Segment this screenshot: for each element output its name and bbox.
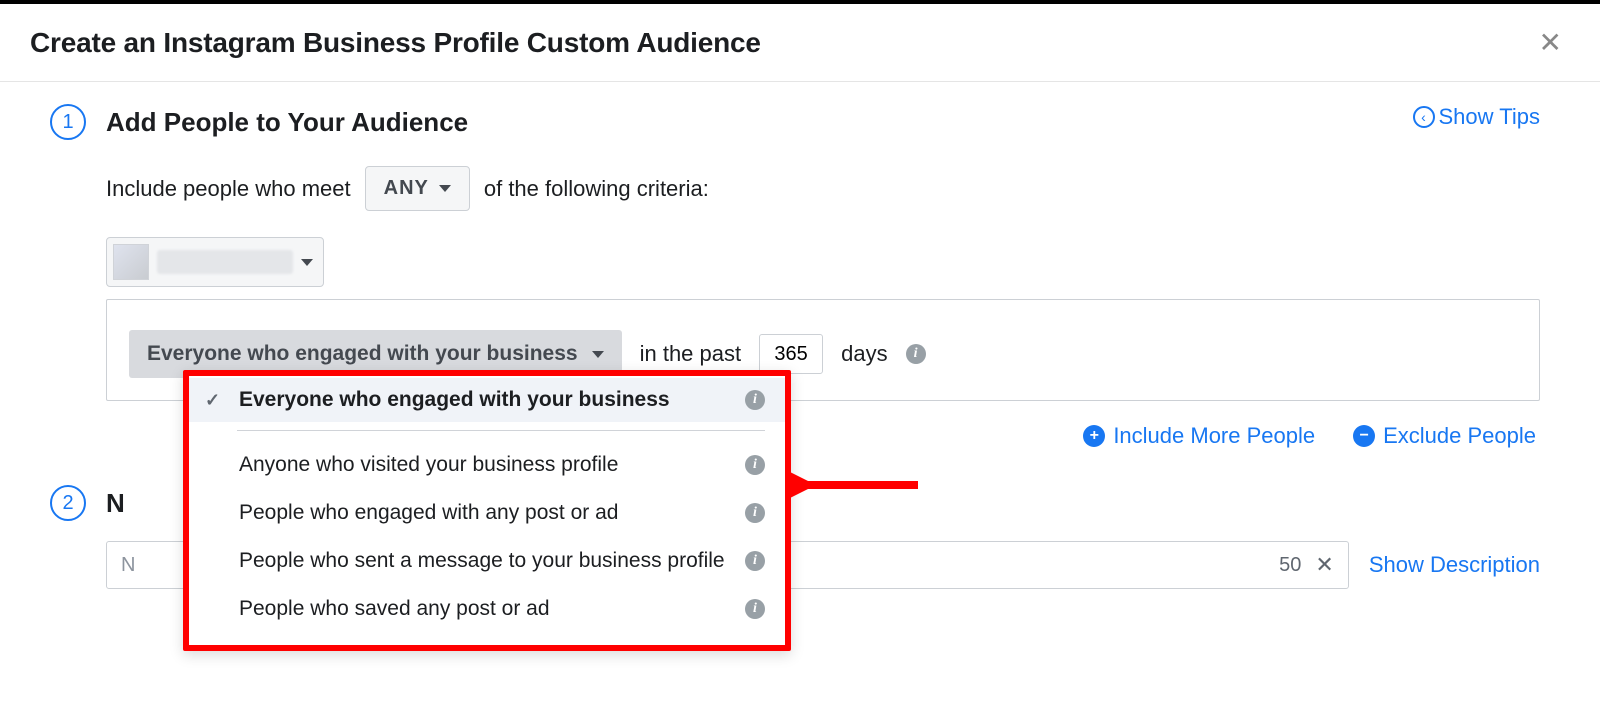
step-2-title-partial: N [106,488,125,519]
dialog-title: Create an Instagram Business Profile Cus… [30,27,761,59]
caret-down-icon [592,351,604,358]
days-input[interactable] [759,334,823,374]
step-1-title: Add People to Your Audience [106,107,468,138]
dropdown-option-label: People who saved any post or ad [239,597,731,621]
criteria-prefix: Include people who meet [106,176,351,202]
info-icon[interactable]: i [745,503,765,523]
include-more-label: Include More People [1113,423,1315,449]
caret-down-icon [439,185,451,192]
show-description-link[interactable]: Show Description [1369,552,1540,578]
step-number-1: 1 [50,104,86,140]
days-suffix: days [841,341,887,367]
criteria-suffix: of the following criteria: [484,176,709,202]
criteria-sentence: Include people who meet ANY of the follo… [106,166,1540,211]
minus-icon: − [1353,425,1375,447]
dropdown-divider [237,430,765,431]
info-icon[interactable]: i [745,390,765,410]
dropdown-option-label: People who sent a message to your busine… [239,549,731,573]
dropdown-option-everyone[interactable]: ✓ Everyone who engaged with your busines… [189,378,785,422]
step-number-2: 2 [50,485,86,521]
dropdown-option-engaged-post[interactable]: ✓ People who engaged with any post or ad… [189,489,785,537]
show-tips-label: Show Tips [1439,104,1541,130]
dropdown-option-label: Everyone who engaged with your business [239,388,731,412]
close-icon[interactable]: ✕ [1531,22,1570,63]
account-select[interactable] [106,237,324,287]
criteria-mode-label: ANY [384,177,429,200]
info-icon[interactable]: i [745,551,765,571]
info-icon[interactable]: i [745,455,765,475]
exclude-people-button[interactable]: − Exclude People [1353,423,1536,449]
plus-icon: + [1083,425,1105,447]
show-tips-link[interactable]: ‹ Show Tips [1413,104,1541,130]
dropdown-option-label: Anyone who visited your business profile [239,453,731,477]
caret-down-icon [301,259,313,266]
clear-icon[interactable]: ✕ [1315,552,1333,578]
dropdown-option-visited[interactable]: ✓ Anyone who visited your business profi… [189,441,785,489]
exclude-label: Exclude People [1383,423,1536,449]
criteria-mode-select[interactable]: ANY [365,166,470,211]
char-counter: 50 [1279,554,1301,577]
check-icon: ✓ [205,390,225,411]
days-prefix: in the past [640,341,742,367]
dialog-header: Create an Instagram Business Profile Cus… [0,4,1600,82]
dropdown-option-label: People who engaged with any post or ad [239,501,731,525]
dropdown-option-saved-post[interactable]: ✓ People who saved any post or ad i [189,585,785,633]
info-icon[interactable]: i [906,344,926,364]
engagement-type-label: Everyone who engaged with your business [147,342,578,366]
account-thumbnail [113,244,149,280]
include-more-button[interactable]: + Include More People [1083,423,1315,449]
chevron-left-icon: ‹ [1413,106,1435,128]
dropdown-option-sent-message[interactable]: ✓ People who sent a message to your busi… [189,537,785,585]
step-1-header: 1 Add People to Your Audience [50,104,1540,140]
name-placeholder: N [121,554,135,577]
info-icon[interactable]: i [745,599,765,619]
engagement-type-dropdown: ✓ Everyone who engaged with your busines… [183,370,791,651]
account-name-redacted [157,250,293,274]
